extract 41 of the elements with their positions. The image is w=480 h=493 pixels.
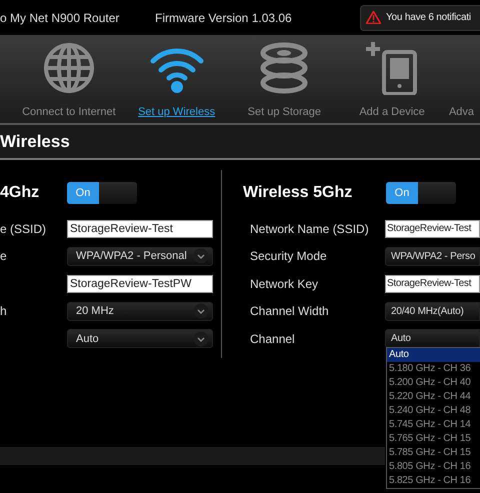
nav-tab[interactable]: Connect to Internet — [15, 35, 123, 123]
dropdown-option[interactable]: 5.765 GHz - CH 15 — [387, 432, 480, 446]
dropdown-option[interactable]: 5.240 GHz - CH 48 — [387, 404, 480, 418]
dropdown-select[interactable]: WPA/WPA2 - Personal — [67, 246, 213, 266]
dropdown-option[interactable]: 5.805 GHz - CH 16 — [387, 460, 480, 474]
dropdown-option[interactable]: 5.785 GHz - CH 15 — [387, 446, 480, 460]
notification-button[interactable]: You have 6 notificati — [360, 4, 480, 30]
dropdown-select[interactable]: WPA/WPA2 - Perso — [385, 246, 480, 266]
field-label: Network Name (SSID) — [249, 220, 370, 238]
dropdown-option[interactable]: Auto — [387, 348, 480, 362]
field-label: e — [0, 248, 8, 266]
firmware-version: Firmware Version 1.03.06 — [155, 10, 293, 26]
text-field[interactable]: StorageReview-Test — [67, 220, 213, 238]
field-label: Channel — [249, 330, 296, 348]
on-off-toggle[interactable]: On — [386, 182, 456, 204]
nav-tab[interactable]: Adva — [446, 35, 480, 123]
dropdown-option[interactable]: 5.180 GHz - CH 36 — [387, 362, 480, 376]
dropdown-select[interactable]: Auto — [67, 329, 213, 348]
dropdown-option[interactable]: 5.220 GHz - CH 44 — [387, 390, 480, 404]
text-field[interactable]: StorageReview-Test — [385, 274, 480, 293]
on-off-toggle[interactable]: On — [67, 182, 137, 204]
field-label: Network Key — [249, 276, 320, 293]
band-title: Wireless 5Ghz — [243, 182, 354, 202]
section-title: Wireless — [0, 130, 70, 153]
router-title: o My Net N900 Router — [0, 10, 120, 26]
select-value: Auto — [391, 332, 411, 346]
dropdown-option[interactable]: 5.825 GHz - CH 16 — [387, 474, 480, 488]
field-label: e (SSID) — [0, 220, 48, 238]
dropdown-option[interactable]: 5.745 GHz - CH 14 — [387, 418, 480, 432]
band-title: 4Ghz — [0, 182, 40, 202]
dropdown-select[interactable]: 20 MHz — [67, 302, 213, 321]
field-label: Channel Width — [249, 303, 330, 320]
field-label: Security Mode — [249, 248, 328, 266]
text-field[interactable]: StorageReview-TestPW — [67, 274, 213, 293]
nav-tab[interactable]: Set up Storage — [230, 35, 338, 123]
dropdown-select[interactable]: 20/40 MHz(Auto) — [385, 302, 480, 321]
nav-tab[interactable]: Set up Wireless — [122, 35, 230, 123]
text-field[interactable]: StorageReview-Test — [385, 220, 480, 238]
dropdown-option[interactable]: 5.200 GHz - CH 40 — [387, 376, 480, 390]
nav-tab[interactable]: Add a Device — [338, 35, 446, 123]
field-label: h — [0, 303, 8, 320]
